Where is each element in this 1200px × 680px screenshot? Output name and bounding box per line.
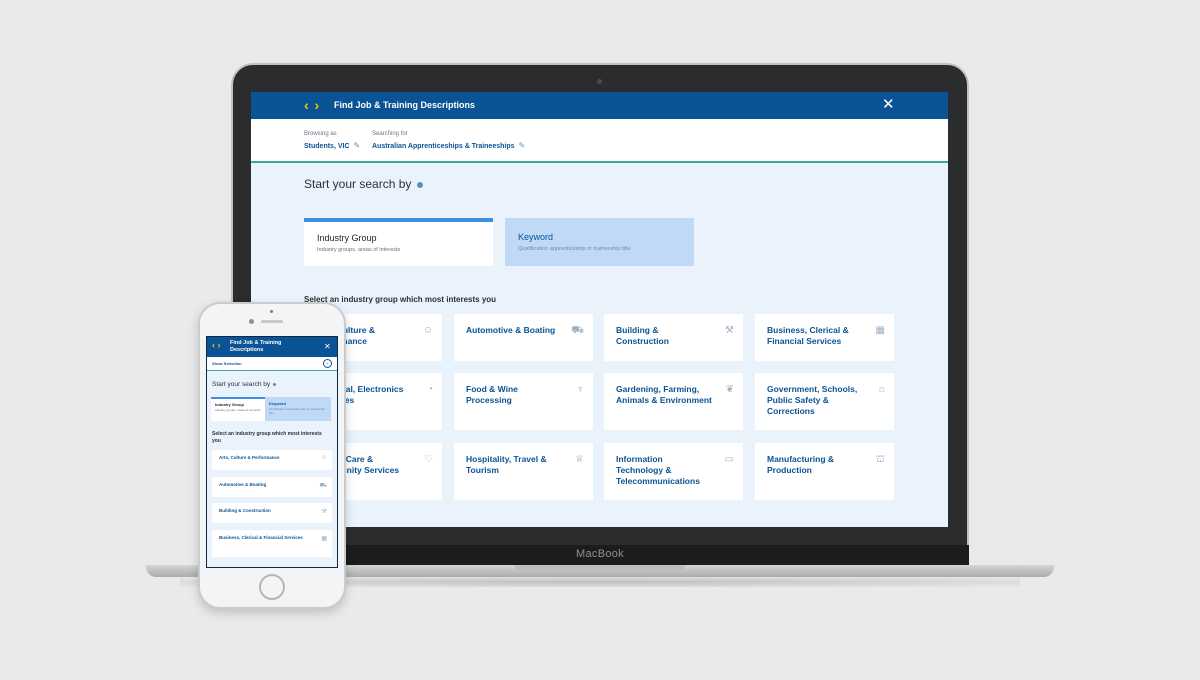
tab-title: Industry Group — [317, 233, 377, 243]
searching-for-label: Searching for — [372, 131, 408, 137]
industry-card-label: Hospitality, Travel & Tourism — [466, 454, 547, 475]
laptop-camera — [597, 79, 602, 84]
industry-card[interactable]: Government, Schools, Public Safety & Cor… — [755, 373, 894, 430]
searching-for-text[interactable]: Australian Apprenticeships & Traineeship… — [372, 143, 515, 150]
plant-icon: ❦ — [725, 384, 734, 395]
industry-card-label: Automotive & Boating — [466, 325, 556, 335]
industry-card-label: Business, Clerical & Financial Services — [767, 325, 849, 346]
show-selection-label[interactable]: Show Selection — [212, 361, 242, 366]
searching-for-value[interactable]: Australian Apprenticeships & Traineeship… — [372, 141, 525, 150]
start-search-text: Start your search by — [212, 381, 271, 388]
browsing-as-field: Browsing as Students, VIC ✎ — [304, 131, 360, 150]
factory-icon: ⛫ — [875, 454, 885, 465]
tab-title: Industry Group — [215, 402, 244, 407]
masks-icon: ☺ — [422, 325, 433, 336]
edit-pencil-icon[interactable]: ✎ — [354, 141, 361, 150]
industry-card-label: Arts, Culture & Performance — [219, 455, 280, 460]
industry-card-label: Automotive & Boating — [219, 482, 267, 487]
drill-icon: ⚒ — [725, 325, 734, 336]
industry-card-label: Building & Construction — [616, 325, 669, 346]
tab-keyword[interactable]: Keyword Qualification apprenticeship or … — [505, 218, 694, 266]
logo-icon[interactable]: ‹ › — [304, 97, 320, 113]
app-title: Find Job & Training Descriptions — [334, 100, 476, 110]
tab-subtitle: Industry groups, areas of interests — [317, 247, 401, 253]
industry-card[interactable]: Automotive & Boating ⛟ — [454, 314, 593, 361]
select-industry-prompt: Select an industry group which most inte… — [304, 295, 497, 304]
logo-icon[interactable]: ‹ › — [212, 340, 221, 350]
chevron-down-icon[interactable]: ⌄ — [323, 359, 332, 368]
mobile-app-header: ‹ › Find Job & Training Descriptions ✕ — [207, 337, 337, 357]
app-header: ‹ › Find Job & Training Descriptions ✕ — [251, 92, 948, 119]
calculator-icon: ▦ — [321, 536, 327, 542]
tab-subtitle: Industry groups, areas of interests — [215, 408, 261, 412]
phone-camera — [249, 319, 254, 324]
masks-icon: ☺ — [320, 455, 327, 461]
browsing-as-label: Browsing as — [304, 131, 337, 137]
car-icon: ⛟ — [571, 325, 584, 336]
industry-list-item[interactable]: Automotive & Boating ⛟ — [212, 477, 332, 497]
industry-card-label: Food & Wine Processing — [466, 384, 518, 405]
phone-sensor — [270, 310, 273, 313]
industry-card[interactable]: Manufacturing & Production ⛫ — [755, 443, 894, 500]
industry-card-label: Manufacturing & Production — [767, 454, 835, 475]
tab-subtitle: Qualification apprenticeship or trainees… — [518, 246, 631, 252]
close-icon[interactable]: ✕ — [324, 342, 331, 351]
industry-card-label: Government, Schools, Public Safety & Cor… — [767, 384, 858, 416]
info-icon[interactable] — [417, 181, 424, 188]
laptop-brand-label: MacBook — [576, 548, 624, 560]
select-industry-prompt: Select an industry group which most inte… — [212, 431, 322, 444]
start-search-heading: Start your search by — [212, 381, 277, 388]
info-icon[interactable] — [273, 382, 277, 386]
industry-list-item[interactable]: Business, Clerical & Financial Services ▦ — [212, 530, 332, 557]
phone-home-button[interactable] — [259, 574, 285, 600]
calculator-icon: ▦ — [875, 325, 885, 336]
browsing-as-text[interactable]: Students, VIC — [304, 143, 350, 150]
industry-card[interactable]: Gardening, Farming, Animals & Environmen… — [604, 373, 743, 430]
heart-icon: ♡ — [424, 454, 433, 465]
tab-industry-group[interactable]: Industry Group Industry groups, areas of… — [211, 397, 265, 421]
phone-speaker — [261, 320, 283, 323]
start-search-text: Start your search by — [304, 177, 412, 191]
monitor-icon: ▭ — [724, 454, 734, 465]
wine-glass-icon: ♆ — [576, 384, 585, 395]
building-icon: ⌂ — [878, 384, 885, 395]
industry-card-label: Business, Clerical & Financial Services — [219, 535, 303, 540]
tab-industry-group[interactable]: Industry Group Industry groups, areas of… — [304, 218, 493, 266]
chef-hat-icon: ♕ — [575, 454, 584, 465]
mobile-screen: ‹ › Find Job & Training Descriptions ✕ S… — [206, 336, 338, 568]
drill-icon: ⚒ — [321, 509, 327, 515]
desktop-screen: ‹ › Find Job & Training Descriptions ✕ B… — [251, 92, 948, 527]
tab-keyword[interactable]: Keyword Qualification apprenticeship or … — [265, 397, 331, 421]
industry-card[interactable]: Building & Construction ⚒ — [604, 314, 743, 361]
selection-bar: Browsing as Students, VIC ✎ Searching for… — [251, 119, 948, 163]
start-search-heading: Start your search by — [304, 177, 424, 191]
tab-title: Keyword — [518, 232, 554, 242]
industry-card[interactable]: Business, Clerical & Financial Services ▦ — [755, 314, 894, 361]
tab-subtitle: Qualification apprenticeship or trainees… — [269, 407, 325, 415]
industry-list-item[interactable]: Arts, Culture & Performance ☺ — [212, 450, 332, 470]
browsing-as-value[interactable]: Students, VIC ✎ — [304, 141, 360, 150]
industry-list-item[interactable]: Building & Construction ⚒ — [212, 503, 332, 523]
car-icon: ⛟ — [319, 483, 327, 489]
close-icon[interactable]: ✕ — [882, 97, 895, 112]
edit-pencil-icon[interactable]: ✎ — [519, 141, 526, 150]
mobile-app-title: Find Job & Training Descriptions — [230, 340, 282, 353]
industry-card[interactable]: Hospitality, Travel & Tourism ♕ — [454, 443, 593, 500]
industry-card-label: Information Technology & Telecommunicati… — [616, 454, 700, 486]
industry-card[interactable]: Food & Wine Processing ♆ — [454, 373, 593, 430]
tab-title: Keyword — [269, 401, 286, 406]
searching-for-field: Searching for Australian Apprenticeships… — [372, 131, 525, 150]
show-selection-bar[interactable]: Show Selection ⌄ — [207, 357, 337, 371]
gauge-icon: ◔ — [426, 384, 433, 395]
industry-card[interactable]: Information Technology & Telecommunicati… — [604, 443, 743, 500]
industry-card-label: Gardening, Farming, Animals & Environmen… — [616, 384, 712, 405]
laptop-notch — [515, 565, 685, 571]
industry-card-label: Building & Construction — [219, 508, 271, 513]
